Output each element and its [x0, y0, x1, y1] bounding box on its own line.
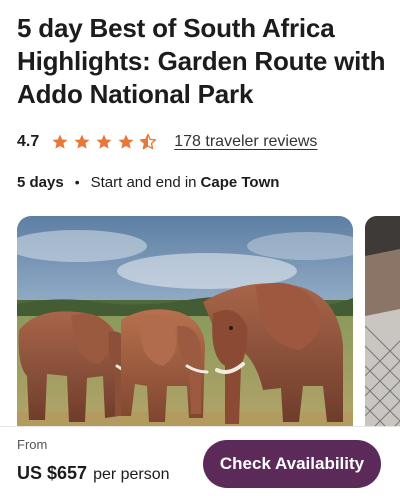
star-rating	[51, 133, 157, 151]
star-icon	[74, 134, 90, 149]
from-label: From	[17, 437, 48, 452]
star-icon	[52, 134, 68, 149]
start-end-city: Cape Town	[200, 173, 280, 191]
price: US $657	[17, 463, 88, 483]
booking-bar: From US $657 per person Check Availabili…	[0, 426, 400, 496]
elephants-photo[interactable]	[17, 216, 353, 438]
rating-value: 4.7	[17, 133, 40, 150]
star-icon	[96, 134, 112, 149]
start-end-label: Start and end in	[90, 173, 197, 191]
rating-row: 4.7 178 traveler reviews	[17, 131, 317, 153]
half-star-icon	[140, 133, 157, 150]
duration: 5 days	[17, 173, 64, 191]
tour-meta: 5 days • Start and end in Cape Town	[17, 172, 279, 192]
tour-title: 5 day Best of South Africa Highlights: G…	[17, 13, 386, 109]
rocks-and-net-photo[interactable]	[365, 216, 400, 438]
star-icon	[118, 134, 134, 149]
reviews-link[interactable]: 178 traveler reviews	[174, 133, 317, 151]
separator-dot: •	[74, 174, 80, 190]
price-unit: per person	[93, 466, 170, 483]
check-availability-button[interactable]: Check Availability	[203, 440, 381, 488]
price-line: US $657 per person	[17, 463, 170, 484]
